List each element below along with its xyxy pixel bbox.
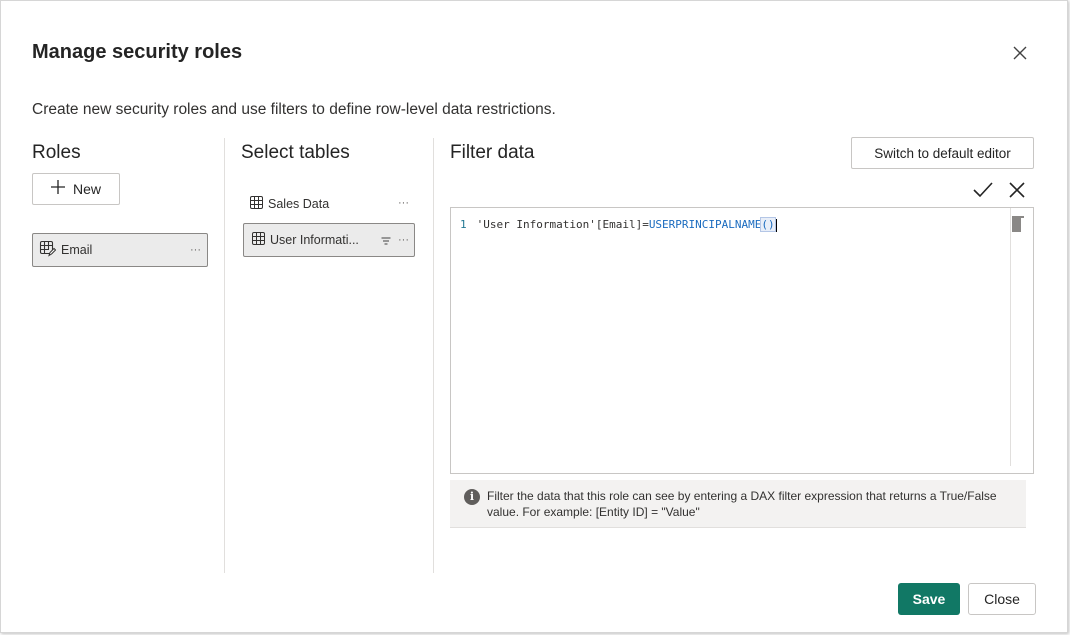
close-icon[interactable] (1009, 42, 1031, 64)
switch-editor-button[interactable]: Switch to default editor (851, 137, 1034, 169)
role-item-email[interactable]: Email ··· (32, 233, 208, 267)
table-item-label: Sales Data (268, 197, 330, 211)
table-icon (250, 196, 263, 212)
new-role-label: New (72, 181, 101, 197)
manage-security-roles-dialog: Manage security roles Create new securit… (0, 0, 1068, 633)
checkmark-icon[interactable] (972, 180, 994, 200)
table-item-label: User Informati... (270, 233, 359, 247)
editor-scrollbar-thumb[interactable] (1012, 216, 1021, 232)
dialog-title: Manage security roles (32, 41, 243, 63)
dialog-subtitle: Create new security roles and use filter… (32, 101, 556, 118)
table-icon (252, 232, 265, 248)
table-edit-icon (39, 240, 57, 260)
save-button[interactable]: Save (898, 583, 960, 615)
info-text: Filter the data that this role can see b… (487, 489, 997, 519)
column-divider (433, 138, 434, 573)
filter-data-heading: Filter data (450, 142, 535, 163)
roles-heading: Roles (32, 142, 81, 163)
column-divider (224, 138, 225, 573)
code-table-column: 'User Information'[Email]= (476, 218, 649, 231)
code-line: 1 'User Information'[Email]=USERPRINCIPAL… (460, 217, 777, 232)
filter-icon (381, 235, 391, 249)
plus-icon (50, 178, 65, 198)
info-icon: i (464, 489, 480, 505)
table-item-sales-data[interactable]: Sales Data ··· (243, 188, 415, 220)
table-more-button[interactable]: ··· (398, 197, 409, 209)
table-more-button[interactable]: ··· (398, 234, 409, 246)
cancel-icon[interactable] (1008, 181, 1026, 199)
role-item-label: Email (61, 243, 93, 257)
line-number: 1 (460, 218, 467, 231)
new-role-button[interactable]: New (32, 173, 120, 205)
role-more-button[interactable]: ··· (190, 244, 201, 256)
code-parens: () (760, 217, 776, 232)
dax-editor[interactable]: 1 'User Information'[Email]=USERPRINCIPAL… (450, 207, 1034, 474)
info-message: i Filter the data that this role can see… (450, 480, 1026, 528)
table-item-user-information[interactable]: User Informati... ··· (243, 223, 415, 257)
code-function: USERPRINCIPALNAME (648, 218, 762, 231)
editor-scrollbar-track (1010, 208, 1011, 466)
text-caret (775, 218, 777, 232)
select-tables-heading: Select tables (241, 142, 350, 163)
close-button[interactable]: Close (968, 583, 1036, 615)
